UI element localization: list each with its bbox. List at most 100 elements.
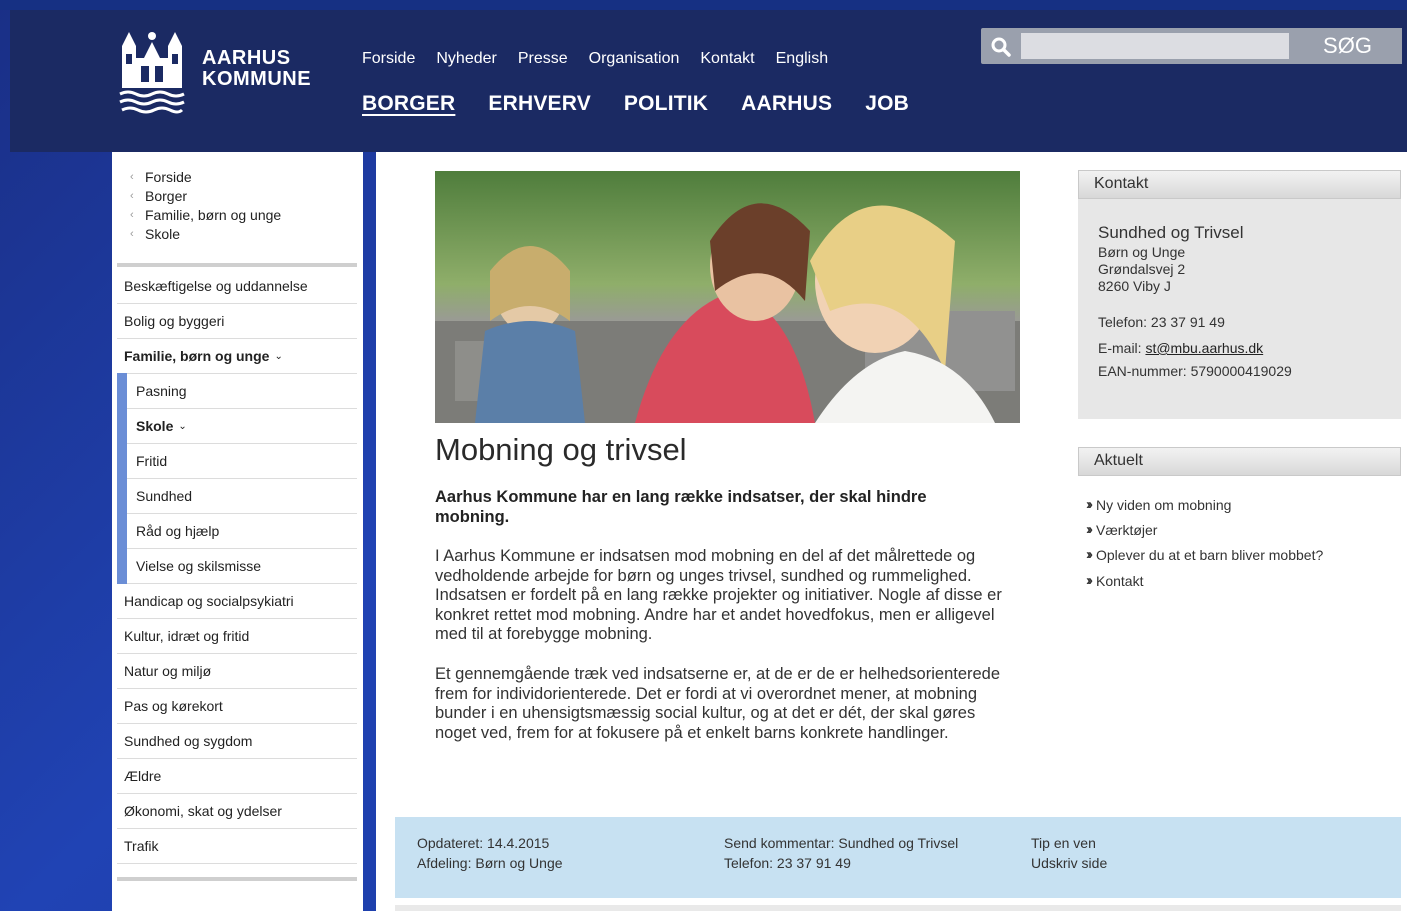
utility-nav: Forside Nyheder Presse Organisation Kont… xyxy=(362,50,828,68)
kontakt-email-link[interactable]: st@mbu.aarhus.dk xyxy=(1145,340,1263,356)
double-chevron-right-icon: ›› xyxy=(1086,572,1093,589)
sidebar-menu: Beskæftigelse og uddannelse Bolig og byg… xyxy=(117,269,357,864)
sidebar-subitem-skole[interactable]: Skole ⌄ xyxy=(117,408,357,444)
sidebar-subitem-pasning[interactable]: Pasning xyxy=(117,373,357,409)
search-input[interactable] xyxy=(1021,33,1289,59)
breadcrumb-item[interactable]: ‹ Borger xyxy=(130,187,281,206)
sidebar-item-beskaeftigelse[interactable]: Beskæftigelse og uddannelse xyxy=(117,269,357,304)
footer-bottom-strip xyxy=(395,905,1401,911)
sidebar-item-bolig[interactable]: Bolig og byggeri xyxy=(117,304,357,339)
footer-actions: Tip en ven Udskriv side xyxy=(1031,833,1107,873)
kontakt-street: Grøndalsvej 2 xyxy=(1098,261,1186,277)
kontakt-city: 8260 Viby J xyxy=(1098,278,1171,294)
aktuelt-heading: Aktuelt xyxy=(1078,447,1401,476)
sidebar-item-label: Råd og hjælp xyxy=(136,523,220,539)
sidebar-subitem-sundhed[interactable]: Sundhed xyxy=(117,478,357,514)
breadcrumb-item[interactable]: ‹ Familie, børn og unge xyxy=(130,206,281,225)
sidebar-item-kultur[interactable]: Kultur, idræt og fritid xyxy=(117,619,357,654)
footer-department: Afdeling: Børn og Unge xyxy=(417,855,563,871)
sidebar-item-label: Handicap og socialpsykiatri xyxy=(124,593,294,609)
sidebar-item-label: Familie, børn og unge xyxy=(124,348,270,364)
chevron-down-icon: ⌄ xyxy=(274,350,283,362)
sidebar-item-label: Pas og kørekort xyxy=(124,698,223,714)
sidebar-item-sundhed-sygdom[interactable]: Sundhed og sygdom xyxy=(117,724,357,759)
breadcrumb: ‹ Forside ‹ Borger ‹ Familie, børn og unge … xyxy=(130,168,281,244)
page-title: Mobning og trivsel xyxy=(435,432,687,467)
site-header: AARHUS KOMMUNE Forside Nyheder Presse Or… xyxy=(10,10,1407,152)
breadcrumb-label: Skole xyxy=(145,226,181,242)
nav-organisation[interactable]: Organisation xyxy=(589,50,680,68)
page-footer: Opdateret: 14.4.2015 Afdeling: Børn og U… xyxy=(395,817,1401,898)
sidebar-subitem-raad[interactable]: Råd og hjælp xyxy=(117,513,357,549)
nav-nyheder[interactable]: Nyheder xyxy=(436,50,496,68)
footer-updated: Opdateret: 14.4.2015 xyxy=(417,835,550,851)
chevron-left-icon: ‹ xyxy=(130,190,134,202)
aktuelt-link-label: Kontakt xyxy=(1096,572,1144,589)
aarhus-logo[interactable]: AARHUS KOMMUNE xyxy=(114,24,314,120)
nav-forside[interactable]: Forside xyxy=(362,50,415,68)
aktuelt-link-label: Ny viden om mobning xyxy=(1096,496,1232,513)
nav-kontakt[interactable]: Kontakt xyxy=(700,50,754,68)
sidebar-item-label: Sundhed xyxy=(136,488,193,504)
search-button[interactable]: SØG xyxy=(1293,28,1402,64)
sidebar-divider xyxy=(117,877,357,881)
sidebar-item-pas[interactable]: Pas og kørekort xyxy=(117,689,357,724)
main-content: Mobning og trivsel Aarhus Kommune har en… xyxy=(376,152,1407,911)
top-strip xyxy=(0,0,1407,10)
sidebar-subitem-vielse[interactable]: Vielse og skilsmisse xyxy=(117,548,357,584)
logo-line-1: AARHUS xyxy=(202,47,291,69)
footer-print-page[interactable]: Udskriv side xyxy=(1031,853,1107,873)
sidebar-item-label: Ældre xyxy=(124,768,162,784)
girls-photo-image xyxy=(435,171,1020,423)
main-nav-borger[interactable]: BORGER xyxy=(362,92,455,116)
sidebar-divider xyxy=(117,263,357,267)
kontakt-phone: Telefon: 23 37 91 49 xyxy=(1098,314,1225,330)
footer-send-comment[interactable]: Send kommentar: Sundhed og Trivsel xyxy=(724,833,958,853)
sidebar-item-familie[interactable]: Familie, børn og unge ⌄ xyxy=(117,339,357,374)
hero-photo xyxy=(435,171,1020,423)
kontakt-heading: Kontakt xyxy=(1078,170,1401,199)
main-nav-aarhus[interactable]: AARHUS xyxy=(741,92,832,116)
aktuelt-link[interactable]: ›› Ny viden om mobning xyxy=(1086,496,1231,513)
main-nav-job[interactable]: JOB xyxy=(865,92,909,116)
breadcrumb-label: Forside xyxy=(145,169,192,185)
sidebar-item-handicap[interactable]: Handicap og socialpsykiatri xyxy=(117,584,357,619)
sidebar-item-label: Pasning xyxy=(136,383,187,399)
breadcrumb-item[interactable]: ‹ Forside xyxy=(130,168,281,187)
sidebar-item-label: Sundhed og sygdom xyxy=(124,733,253,749)
left-sidebar: ‹ Forside ‹ Borger ‹ Familie, børn og unge … xyxy=(112,152,363,911)
breadcrumb-label: Familie, børn og unge xyxy=(145,207,282,223)
main-nav: BORGER ERHVERV POLITIK AARHUS JOB xyxy=(362,92,909,116)
nav-english[interactable]: English xyxy=(776,50,828,68)
sidebar-subitem-fritid[interactable]: Fritid xyxy=(117,443,357,479)
aktuelt-link[interactable]: ›› Værktøjer xyxy=(1086,521,1157,538)
footer-contact: Send kommentar: Sundhed og Trivsel Telef… xyxy=(724,833,958,873)
breadcrumb-label: Borger xyxy=(145,188,188,204)
aktuelt-link[interactable]: ›› Kontakt xyxy=(1086,572,1143,589)
sidebar-item-label: Beskæftigelse og uddannelse xyxy=(124,278,308,294)
sidebar-item-label: Vielse og skilsmisse xyxy=(136,558,262,574)
aktuelt-link-label: Oplever du at et barn bliver mobbet? xyxy=(1096,546,1324,563)
nav-presse[interactable]: Presse xyxy=(518,50,568,68)
chevron-left-icon: ‹ xyxy=(130,209,134,221)
double-chevron-right-icon: ›› xyxy=(1086,521,1093,538)
kontakt-org: Sundhed og Trivsel xyxy=(1098,223,1244,242)
aktuelt-link[interactable]: ›› Oplever du at et barn bliver mobbet? xyxy=(1086,546,1323,563)
double-chevron-right-icon: ›› xyxy=(1086,496,1093,513)
main-nav-erhverv[interactable]: ERHVERV xyxy=(488,92,591,116)
article-paragraph: Et gennemgående træk ved indsatserne er,… xyxy=(435,665,1001,742)
sidebar-item-label: Kultur, idræt og fritid xyxy=(124,628,250,644)
sidebar-item-natur[interactable]: Natur og miljø xyxy=(117,654,357,689)
sidebar-item-label: Fritid xyxy=(136,453,168,469)
kontakt-email-row: E-mail: st@mbu.aarhus.dk xyxy=(1098,340,1263,356)
city-crest-icon xyxy=(119,32,185,114)
sidebar-item-oekonomi[interactable]: Økonomi, skat og ydelser xyxy=(117,794,357,829)
breadcrumb-item[interactable]: ‹ Skole xyxy=(130,225,281,244)
main-nav-politik[interactable]: POLITIK xyxy=(624,92,708,116)
sidebar-item-trafik[interactable]: Trafik xyxy=(117,829,357,864)
kontakt-box: Sundhed og Trivsel Børn og Unge Grøndals… xyxy=(1078,199,1401,419)
footer-tip-friend[interactable]: Tip en ven xyxy=(1031,833,1107,853)
article-lead: Aarhus Kommune har en lang række indsats… xyxy=(435,488,927,526)
sidebar-item-label: Bolig og byggeri xyxy=(124,313,225,329)
sidebar-item-aeldre[interactable]: Ældre xyxy=(117,759,357,794)
